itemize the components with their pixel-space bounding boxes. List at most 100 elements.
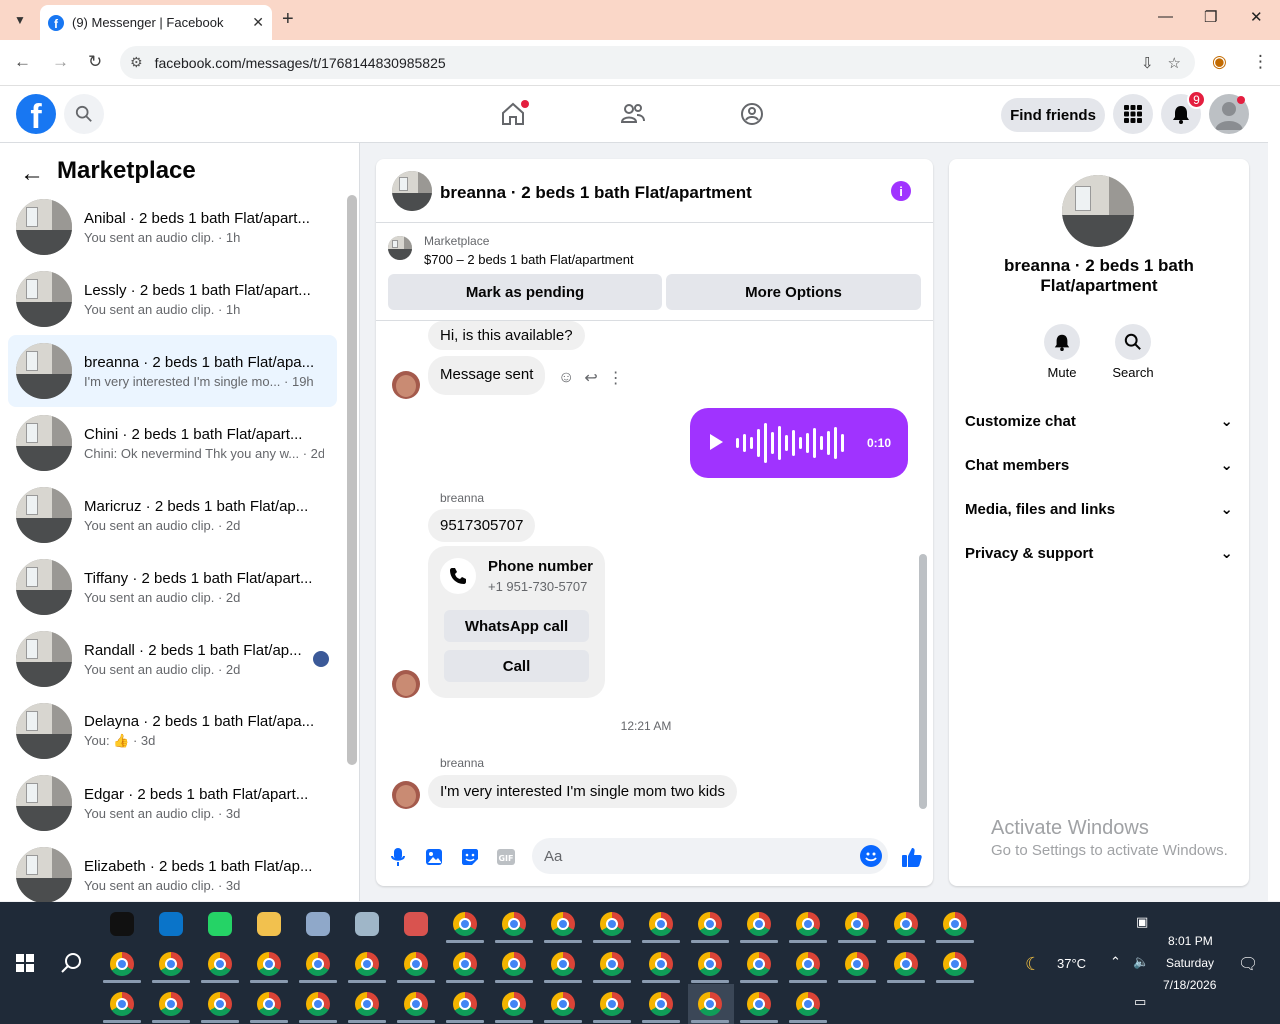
taskbar-app-icon[interactable]	[649, 952, 673, 976]
windows-start-icon[interactable]	[16, 954, 34, 977]
conversation-item-active[interactable]: breanna · 2 beds 1 bath Flat/apa... I'm v…	[8, 335, 337, 407]
taskbar-app-icon[interactable]	[404, 992, 428, 1016]
taskbar-app-icon[interactable]	[257, 992, 281, 1016]
taskbar-app-icon[interactable]	[649, 912, 673, 936]
taskbar-app-icon[interactable]	[110, 952, 134, 976]
taskbar-app-icon[interactable]	[698, 912, 722, 936]
taskbar-app-icon[interactable]	[698, 952, 722, 976]
notification-center-icon[interactable]: 🗨	[1238, 954, 1258, 974]
taskbar-app-icon[interactable]	[404, 912, 428, 936]
conversation-item[interactable]: Randall · 2 beds 1 bath Flat/ap... You se…	[8, 623, 337, 695]
conversation-item[interactable]: Elizabeth · 2 beds 1 bath Flat/ap... You …	[8, 839, 337, 911]
taskbar-app-icon[interactable]	[355, 912, 379, 936]
profile-icon[interactable]: ◉	[1212, 52, 1227, 72]
mark-as-pending-button[interactable]: Mark as pending	[388, 274, 662, 310]
customize-chat-section[interactable]: Customize chat ⌄	[965, 412, 1233, 431]
taskbar-app-icon[interactable]	[747, 912, 771, 936]
taskbar-app-icon[interactable]	[306, 952, 330, 976]
taskbar-app-icon[interactable]	[110, 992, 134, 1016]
taskbar-app-icon[interactable]	[208, 912, 232, 936]
taskbar-app-icon[interactable]	[551, 912, 575, 936]
more-options-button[interactable]: More Options	[666, 274, 921, 310]
find-friends-button[interactable]: Find friends	[1001, 98, 1105, 132]
site-info-icon[interactable]: ⚙	[130, 54, 143, 71]
taskbar-app-icon[interactable]	[943, 952, 967, 976]
taskbar-app-icon[interactable]	[502, 912, 526, 936]
emoji-icon[interactable]	[860, 845, 882, 867]
taskbar-app-icon[interactable]	[502, 992, 526, 1016]
minimize-icon[interactable]: —	[1158, 8, 1173, 25]
conversation-item[interactable]: Lessly · 2 beds 1 bath Flat/apart... You …	[8, 263, 337, 335]
taskbar-app-icon[interactable]	[159, 992, 183, 1016]
back-arrow-icon[interactable]: ←	[20, 160, 44, 188]
clock-date[interactable]: 7/18/2026	[1163, 978, 1216, 992]
taskbar-app-icon[interactable]	[551, 992, 575, 1016]
taskbar-app-icon[interactable]	[894, 912, 918, 936]
tab-close-icon[interactable]: ✕	[252, 14, 264, 31]
window-close-icon[interactable]: ✕	[1250, 8, 1263, 26]
taskbar-search-icon[interactable]	[61, 952, 83, 979]
contact-avatar[interactable]	[392, 781, 420, 809]
taskbar-app-icon[interactable]	[159, 952, 183, 976]
reload-icon[interactable]: ↻	[88, 52, 102, 72]
bookmark-star-icon[interactable]: ☆	[1168, 54, 1181, 72]
microphone-icon[interactable]	[388, 847, 408, 867]
taskbar-app-icon[interactable]	[894, 952, 918, 976]
network-icon[interactable]: ▭	[1134, 994, 1146, 1010]
reply-icon[interactable]: ↩	[584, 368, 597, 388]
conversation-item[interactable]: Tiffany · 2 beds 1 bath Flat/apart... You…	[8, 551, 337, 623]
taskbar-app-icon[interactable]	[159, 912, 183, 936]
message-input[interactable]: Aa	[532, 838, 888, 874]
play-icon[interactable]	[710, 434, 723, 450]
info-icon[interactable]: i	[891, 181, 911, 201]
sticker-icon[interactable]	[460, 847, 480, 867]
browser-menu-icon[interactable]: ⋮	[1252, 52, 1269, 72]
chat-listing-thumbnail[interactable]	[392, 171, 432, 211]
install-app-icon[interactable]: ⇩	[1141, 54, 1154, 72]
friends-icon[interactable]	[617, 98, 649, 130]
taskbar-app-icon[interactable]	[453, 992, 477, 1016]
taskbar-app-icon[interactable]	[698, 992, 722, 1016]
taskbar-app-icon[interactable]	[943, 912, 967, 936]
privacy-support-section[interactable]: Privacy & support ⌄	[965, 544, 1233, 563]
taskbar-app-icon[interactable]	[845, 952, 869, 976]
groups-icon[interactable]	[736, 98, 768, 130]
menu-grid-icon[interactable]	[1113, 94, 1153, 134]
taskbar-app-icon[interactable]	[796, 992, 820, 1016]
page-scrollbar[interactable]	[1268, 86, 1280, 901]
tab-search-chevron-icon[interactable]: ▼	[8, 8, 32, 32]
chat-title[interactable]: breanna · 2 beds 1 bath Flat/apartment	[440, 183, 752, 203]
taskbar-app-icon[interactable]	[600, 912, 624, 936]
taskbar-app-icon[interactable]	[257, 952, 281, 976]
chat-scrollbar-thumb[interactable]	[919, 554, 927, 809]
taskbar-app-icon[interactable]	[355, 992, 379, 1016]
taskbar-app-icon[interactable]	[404, 952, 428, 976]
gif-icon[interactable]: GIF	[496, 847, 516, 867]
taskbar-app-icon[interactable]	[747, 952, 771, 976]
media-files-links-section[interactable]: Media, files and links ⌄	[965, 500, 1233, 519]
conversation-item[interactable]: Chini · 2 beds 1 bath Flat/apart... Chini…	[8, 407, 337, 479]
taskbar-app-icon[interactable]	[306, 992, 330, 1016]
taskbar-app-icon[interactable]	[208, 992, 232, 1016]
tray-chevron-up-icon[interactable]: ⌃	[1110, 954, 1121, 970]
taskbar-app-icon[interactable]	[502, 952, 526, 976]
taskbar-app-icon[interactable]	[796, 912, 820, 936]
restore-icon[interactable]: ❐	[1204, 8, 1217, 26]
search-icon[interactable]	[1115, 324, 1151, 360]
react-emoji-icon[interactable]: ☺	[558, 369, 574, 387]
taskbar-app-icon[interactable]	[747, 992, 771, 1016]
facebook-logo-icon[interactable]: f	[16, 94, 56, 134]
search-icon[interactable]	[64, 94, 104, 134]
forward-icon[interactable]: →	[52, 52, 69, 72]
whatsapp-call-button[interactable]: WhatsApp call	[444, 610, 589, 642]
conversation-item[interactable]: Anibal · 2 beds 1 bath Flat/apart... You …	[8, 191, 337, 263]
clock-day[interactable]: Saturday	[1166, 956, 1214, 970]
more-actions-icon[interactable]: ⋮	[608, 368, 624, 388]
taskbar-app-icon[interactable]	[600, 992, 624, 1016]
taskbar-app-icon[interactable]	[355, 952, 379, 976]
taskbar-app-icon[interactable]	[110, 912, 134, 936]
sidebar-scrollbar-thumb[interactable]	[347, 195, 357, 765]
taskbar-app-icon[interactable]	[453, 912, 477, 936]
chat-members-section[interactable]: Chat members ⌄	[965, 456, 1233, 475]
photo-icon[interactable]	[424, 847, 444, 867]
